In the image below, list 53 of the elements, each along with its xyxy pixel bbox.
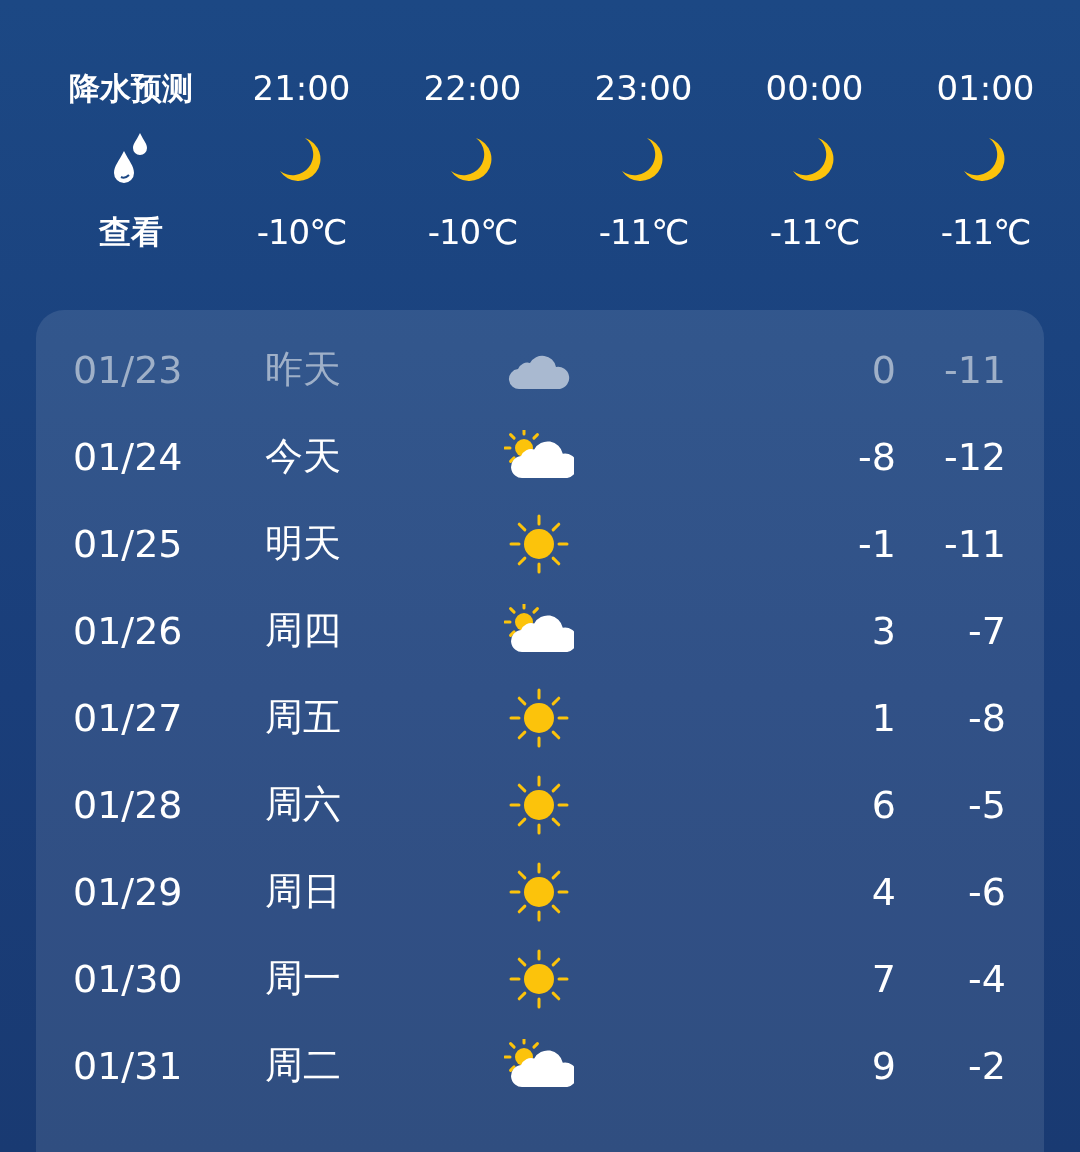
forecast-date: 01/28 xyxy=(73,782,184,827)
hour-temperature: -10℃ xyxy=(256,211,347,254)
forecast-date: 01/27 xyxy=(73,695,184,740)
forecast-day: 周二 xyxy=(265,1040,465,1091)
high-temperature: -1 xyxy=(857,521,896,566)
hour-time: 21:00 xyxy=(252,67,351,110)
low-temperature: -5 xyxy=(967,782,1006,827)
precipitation-title: 降水预测 xyxy=(68,69,193,108)
forecast-day: 今天 xyxy=(265,431,465,482)
hour-time: 22:00 xyxy=(423,67,522,110)
sun-icon xyxy=(508,947,570,1010)
low-temperature: -12 xyxy=(942,434,1006,479)
high-temperature: 1 xyxy=(870,695,896,740)
hour-temperature: -11℃ xyxy=(940,211,1031,254)
high-temperature: 6 xyxy=(870,782,896,827)
forecast-date: 01/30 xyxy=(73,956,184,1001)
high-temperature: 9 xyxy=(870,1043,896,1088)
forecast-date: 01/26 xyxy=(73,608,184,653)
forecast-date: 01/31 xyxy=(73,1043,184,1088)
low-temperature: -8 xyxy=(967,695,1006,740)
high-temperature: 7 xyxy=(870,956,896,1001)
low-temperature: -4 xyxy=(967,956,1006,1001)
forecast-date: 01/23 xyxy=(73,347,184,392)
hour-time: 00:00 xyxy=(765,67,864,110)
high-temperature: 4 xyxy=(870,869,896,914)
forecast-day: 周五 xyxy=(265,692,465,743)
hour-temperature: -11℃ xyxy=(769,211,860,254)
high-temperature: 3 xyxy=(870,608,896,653)
sun-icon xyxy=(508,860,570,923)
low-temperature: -7 xyxy=(967,608,1006,653)
hour-temperature: -10℃ xyxy=(427,211,518,254)
forecast-day: 周日 xyxy=(265,866,465,917)
forecast-day: 昨天 xyxy=(265,344,465,395)
sun-icon xyxy=(508,686,570,749)
hour-time: 23:00 xyxy=(594,67,693,110)
hour-temperature: -11℃ xyxy=(598,211,689,254)
forecast-date: 01/24 xyxy=(73,434,184,479)
view-link[interactable]: 查看 xyxy=(98,206,163,258)
forecast-date: 01/29 xyxy=(73,869,184,914)
low-temperature: -11 xyxy=(942,347,1006,392)
forecast-day: 周四 xyxy=(265,605,465,656)
forecast-day: 周一 xyxy=(265,953,465,1004)
forecast-day: 明天 xyxy=(265,518,465,569)
sun-icon xyxy=(508,773,570,836)
low-temperature: -6 xyxy=(967,869,1006,914)
low-temperature: -11 xyxy=(942,521,1006,566)
hour-time: 01:00 xyxy=(936,67,1035,110)
sun-icon xyxy=(508,512,570,575)
high-temperature: 0 xyxy=(870,347,896,392)
forecast-day: 周六 xyxy=(265,779,465,830)
forecast-date: 01/25 xyxy=(73,521,184,566)
low-temperature: -2 xyxy=(967,1043,1006,1088)
high-temperature: -8 xyxy=(857,434,896,479)
